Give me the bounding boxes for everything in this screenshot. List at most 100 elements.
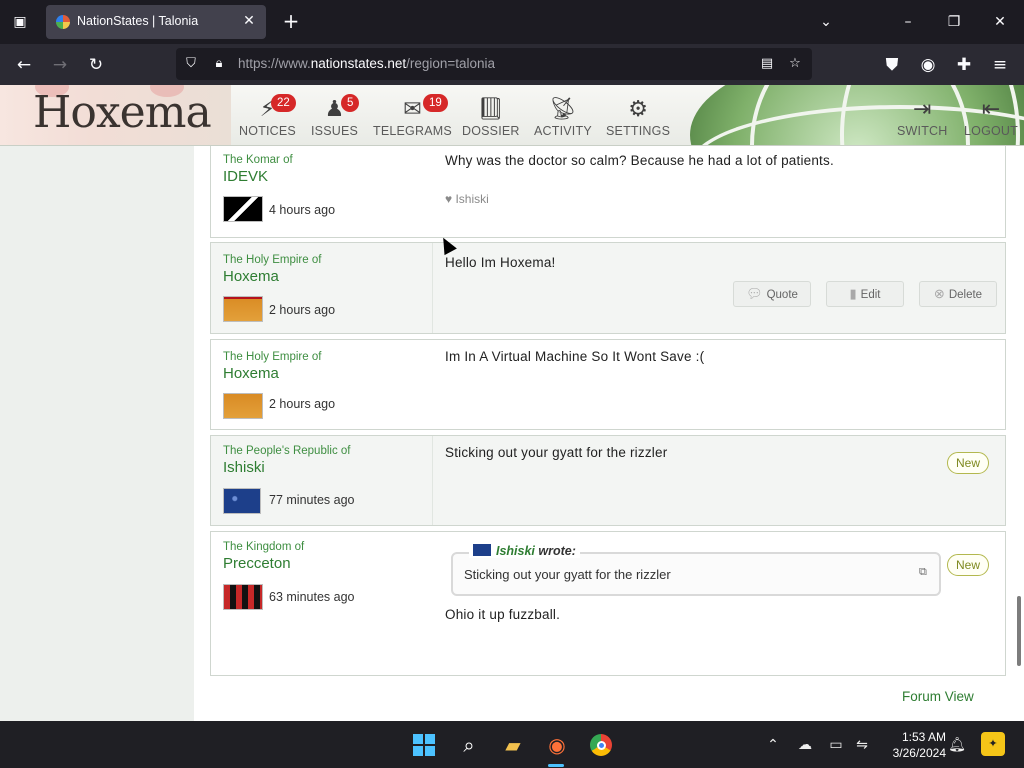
quote-flag-icon <box>473 544 491 556</box>
network-icon[interactable]: ⇋ <box>852 735 872 755</box>
browser-nav-bar: ← → ↻ ⛉ 🔒︎ https://www.nationstates.net/… <box>0 44 1024 85</box>
notices-badge: 22 <box>271 94 296 112</box>
page-scrollbar[interactable] <box>1017 596 1021 666</box>
quote-button[interactable]: 💬︎ Quote <box>733 281 811 307</box>
nation-flag[interactable] <box>223 296 263 322</box>
delete-button[interactable]: ⊗ Delete <box>919 281 997 307</box>
menu-issues[interactable]: ♟︎ 5 ISSUES <box>311 94 360 138</box>
nation-name-link[interactable]: Precceton <box>223 555 291 572</box>
windows-start-icon[interactable] <box>409 730 439 760</box>
chevron-up-icon[interactable]: ⌃ <box>763 735 783 755</box>
forward-icon[interactable]: → <box>47 52 73 78</box>
onedrive-icon[interactable]: ☁︎ <box>795 735 815 755</box>
nation-pretitle: The People's Republic of <box>223 445 351 457</box>
file-explorer-icon[interactable]: ▰ <box>498 730 528 760</box>
post-author-panel: The People's Republic of Ishiski 77 minu… <box>211 436 433 525</box>
account-icon[interactable]: ◉ <box>915 52 941 78</box>
nation-pretitle: The Holy Empire of <box>223 254 322 266</box>
rmb-post-list: The Komar of IDEVK 4 hours ago Why was t… <box>194 146 1024 721</box>
post-timestamp[interactable]: 4 hours ago <box>269 203 335 217</box>
external-link-icon[interactable]: ⧉ <box>919 565 927 579</box>
quote-author-link[interactable]: Ishiski <box>496 544 535 558</box>
menu-notices[interactable]: ⚡︎ 22 NOTICES <box>239 94 296 138</box>
copilot-icon[interactable]: ✦ <box>981 732 1005 756</box>
nation-name-link[interactable]: IDEVK <box>223 168 268 185</box>
sign-in-icon: ⇥ <box>913 96 932 121</box>
post-timestamp[interactable]: 2 hours ago <box>269 303 335 317</box>
post-timestamp[interactable]: 63 minutes ago <box>269 590 354 604</box>
nation-pretitle: The Komar of <box>223 154 293 166</box>
bookmark-star-icon[interactable]: ☆ <box>786 55 804 73</box>
site-header: Hoxema ⚡︎ 22 NOTICES ♟︎ 5 ISSUES ✉︎ 19 T… <box>0 85 1024 146</box>
nation-pretitle: The Kingdom of <box>223 541 305 553</box>
minimize-icon[interactable]: – <box>896 10 920 34</box>
menu-logout[interactable]: ⇤ LOGOUT <box>964 95 1018 138</box>
nation-name-link[interactable]: Hoxema <box>223 268 279 285</box>
tab-close-icon[interactable]: ✕ <box>240 12 258 30</box>
active-app-indicator <box>548 764 564 767</box>
post-author-panel: The Holy Empire of Hoxema 2 hours ago <box>211 340 433 429</box>
post-message: Why was the doctor so calm? Because he h… <box>445 153 834 168</box>
url-text[interactable]: https://www.nationstates.net/region=talo… <box>238 56 495 71</box>
rmb-post: The Holy Empire of Hoxema 2 hours ago Im… <box>210 339 1006 430</box>
rmb-post: The Holy Empire of Hoxema 2 hours ago He… <box>210 242 1006 334</box>
banner-title: Hoxema <box>33 87 212 138</box>
taskbar: ⌕ ▰ ◉ ⌃ ☁︎ ▭ ⇋ 1:53 AM 3/26/2024 🔔︎ ✦ <box>0 721 1024 768</box>
back-icon[interactable]: ← <box>11 52 37 78</box>
menu-activity[interactable]: 📡︎ ACTIVITY <box>534 95 592 138</box>
search-icon[interactable]: ⌕ <box>454 730 484 760</box>
chrome-icon[interactable] <box>586 730 616 760</box>
post-timestamp[interactable]: 2 hours ago <box>269 397 335 411</box>
tab-list-icon[interactable]: ▣ <box>8 10 32 34</box>
menu-switch[interactable]: ⇥ SWITCH <box>897 95 948 138</box>
gears-icon: ⚙︎ <box>628 96 648 121</box>
browser-tab-active[interactable]: NationStates | Talonia ✕ <box>46 5 266 39</box>
lock-icon[interactable]: 🔒︎ <box>210 55 228 73</box>
speech-bubble-icon: 💬︎ <box>746 286 763 301</box>
new-tab-icon[interactable]: + <box>280 10 302 32</box>
nation-flag[interactable] <box>223 393 263 419</box>
post-timestamp[interactable]: 77 minutes ago <box>269 493 354 507</box>
firefox-icon[interactable]: ◉ <box>542 730 572 760</box>
nation-banner[interactable]: Hoxema <box>0 85 231 145</box>
pocket-icon[interactable]: ⛊ <box>879 52 905 78</box>
post-likes[interactable]: ♥ Ishiski <box>445 192 489 206</box>
nation-flag[interactable] <box>223 196 263 222</box>
nation-name-link[interactable]: Hoxema <box>223 365 279 382</box>
sign-out-icon: ⇤ <box>981 96 1001 121</box>
post-author-panel: The Kingdom of Precceton 63 minutes ago <box>211 532 433 675</box>
nation-flag[interactable] <box>223 584 263 610</box>
document-icon: ▮ <box>849 286 857 301</box>
system-clock[interactable]: 1:53 AM 3/26/2024 <box>882 729 946 761</box>
menu-settings[interactable]: ⚙︎ SETTINGS <box>606 95 670 138</box>
notification-bell-icon[interactable]: 🔔︎ <box>947 735 967 755</box>
post-message: Sticking out your gyatt for the rizzler <box>445 445 668 460</box>
nation-name-link[interactable]: Ishiski <box>223 459 265 476</box>
quote-text: Sticking out your gyatt for the rizzler <box>464 567 671 582</box>
maximize-icon[interactable]: ❐ <box>942 10 966 34</box>
nation-pretitle: The Holy Empire of <box>223 351 322 363</box>
close-window-icon[interactable]: ✕ <box>988 10 1012 34</box>
display-icon[interactable]: ▭ <box>826 735 846 755</box>
extensions-icon[interactable]: ✚ <box>951 52 977 78</box>
tab-title: NationStates | Talonia <box>77 14 199 28</box>
menu-telegrams[interactable]: ✉︎ 19 TELEGRAMS <box>373 94 452 138</box>
shield-icon[interactable]: ⛉ <box>182 55 200 73</box>
favicon-icon <box>56 15 70 29</box>
edit-button[interactable]: ▮ Edit <box>826 281 904 307</box>
reload-icon[interactable]: ↻ <box>83 52 109 78</box>
list-all-tabs-icon[interactable]: ⌄ <box>814 10 838 34</box>
forum-view-link[interactable]: Forum View <box>902 689 974 704</box>
post-message: Hello Im Hoxema! <box>445 255 556 270</box>
post-message: Im In A Virtual Machine So It Wont Save … <box>445 349 705 364</box>
new-badge: New <box>946 554 989 576</box>
clock-date: 3/26/2024 <box>892 746 946 760</box>
address-bar[interactable]: ⛉ 🔒︎ https://www.nationstates.net/region… <box>176 48 812 80</box>
clock-time: 1:53 AM <box>901 730 946 744</box>
nation-flag[interactable] <box>223 488 261 514</box>
menu-dossier[interactable]: 📕︎ DOSSIER <box>462 95 520 138</box>
post-message: Ohio it up fuzzball. <box>445 607 561 622</box>
menu-icon[interactable]: ≡ <box>987 52 1013 78</box>
reader-view-icon[interactable]: ▤ <box>758 55 776 73</box>
post-author-panel: The Komar of IDEVK 4 hours ago <box>211 146 433 237</box>
